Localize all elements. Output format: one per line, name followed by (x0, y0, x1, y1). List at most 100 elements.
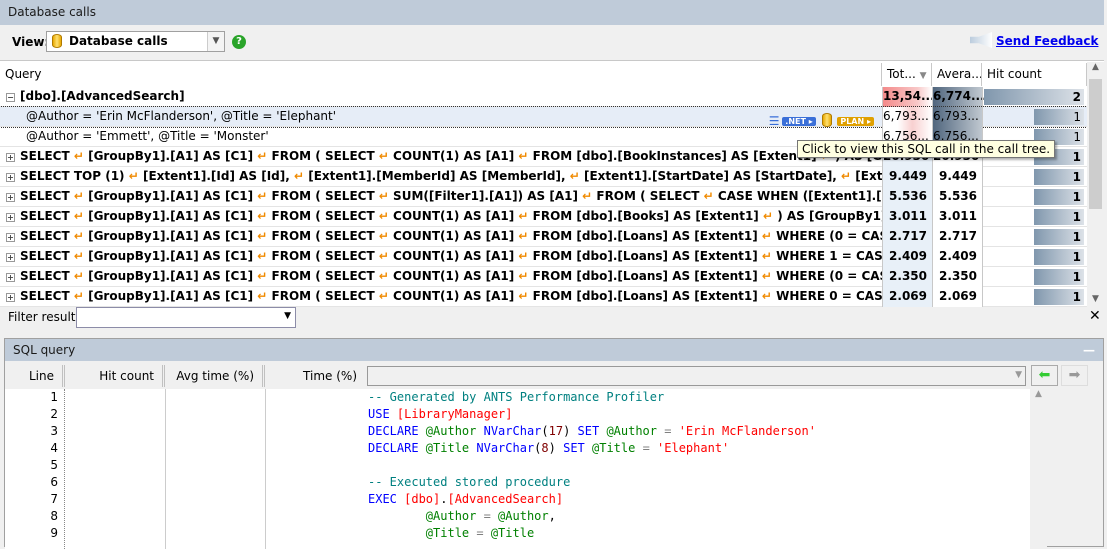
sql-code-editor[interactable]: -- Generated by ANTS Performance Profile… (365, 389, 1030, 549)
view-select[interactable]: Database calls ▼ (46, 31, 225, 52)
line-break-icon: ↵ (257, 149, 268, 163)
hit-count-cell: 1 (982, 187, 1087, 207)
code-token: 8 (541, 441, 549, 455)
line-break-icon: ↵ (518, 209, 529, 223)
table-row[interactable]: + SELECT TOP (1) ↵ [Extent1].[Id] AS [Id]… (0, 167, 1087, 187)
query-cell: + SELECT ↵ [GroupBy1].[A1] AS [C1] ↵ FROM… (0, 187, 882, 207)
line-break-icon: ↵ (703, 189, 714, 203)
code-token: = (664, 424, 679, 438)
line-break-icon: ↵ (378, 209, 389, 223)
send-feedback-link[interactable]: Send Feedback (968, 32, 1099, 48)
filter-bar: Filter results: ▼ ✕ (0, 306, 1104, 332)
line-break-icon: ↵ (378, 229, 389, 243)
column-header-hit-count[interactable]: Hit count (65, 365, 165, 387)
line-break-icon: ↵ (761, 249, 772, 263)
line-number: 8 (50, 509, 58, 523)
dropdown-arrow-icon[interactable]: ▼ (284, 311, 291, 321)
line-break-icon: ↵ (73, 209, 84, 223)
call-tree-icon[interactable]: ☰ (769, 112, 780, 127)
line-break-icon: ↵ (257, 289, 268, 303)
code-token: NVarChar (483, 424, 542, 438)
column-header-total[interactable]: Tot... ▼ (882, 63, 932, 86)
forward-arrow-button[interactable]: ➡ (1061, 365, 1088, 386)
filter-input[interactable]: ▼ (76, 307, 296, 328)
total-time-cell: 6,793... (882, 107, 932, 127)
code-token: @Author (425, 424, 484, 438)
code-line: -- Executed stored procedure (365, 474, 1030, 491)
grid-scrollbar[interactable]: ▲ ▼ (1087, 62, 1104, 306)
line-stats-area: 1 2 3 4 5 6 7 8 9 (5, 389, 365, 549)
expand-icon[interactable]: + (6, 193, 15, 202)
expand-icon[interactable]: + (6, 213, 15, 222)
average-time-cell: 6,793... (932, 107, 982, 127)
line-break-icon: ↵ (257, 189, 268, 203)
line-number: 5 (50, 458, 58, 472)
expand-icon[interactable]: + (6, 153, 15, 162)
average-time-cell: 3.011 (932, 207, 982, 227)
back-arrow-button[interactable]: ⬅ (1031, 365, 1058, 386)
hit-count-cell: 1 (982, 207, 1087, 227)
code-scrollbar[interactable]: ▲ (1030, 389, 1047, 549)
code-line: DECLARE @Author NVarChar(17) SET @Author… (365, 423, 1030, 440)
send-feedback-label: Send Feedback (996, 34, 1099, 48)
code-line: USE [LibraryManager] (365, 406, 1030, 423)
column-header-average[interactable]: Avera... (932, 63, 982, 86)
column-header-line[interactable]: Line (5, 365, 65, 387)
filter-label: Filter results: (8, 310, 86, 324)
code-line: @Title = @Title (365, 525, 1030, 542)
table-row[interactable]: + SELECT ↵ [GroupBy1].[A1] AS [C1] ↵ FROM… (0, 227, 1087, 247)
average-time-cell: 5.536 (932, 187, 982, 207)
hit-count-bar: 1 (1034, 209, 1084, 225)
net-badge[interactable]: .NET ▸ (782, 117, 816, 126)
line-break-icon: ↵ (73, 189, 84, 203)
hit-count-cell: 1 (982, 167, 1087, 187)
total-time-cell: 9.449 (882, 167, 932, 187)
expand-icon[interactable]: + (6, 233, 15, 242)
expand-icon[interactable]: + (6, 273, 15, 282)
query-text: @Author = 'Emmett', @Title = 'Monster' (26, 129, 269, 143)
line-break-icon: ↵ (378, 149, 389, 163)
hit-count-cell: 1 (982, 107, 1087, 127)
table-row[interactable]: + SELECT ↵ [GroupBy1].[A1] AS [C1] ↵ FROM… (0, 267, 1087, 287)
close-icon[interactable]: ✕ (1089, 308, 1101, 324)
help-icon[interactable]: ? (232, 35, 246, 49)
column-header-avg-time[interactable]: Avg time (%) (165, 365, 265, 387)
column-header-query[interactable]: Query (0, 63, 882, 86)
collapse-icon[interactable]: − (6, 93, 15, 102)
table-row[interactable]: + SELECT ↵ [GroupBy1].[A1] AS [C1] ↵ FROM… (0, 287, 1087, 307)
query-cell: + SELECT ↵ [GroupBy1].[A1] AS [C1] ↵ FROM… (0, 247, 882, 267)
code-line: @Author = @Author, (365, 508, 1030, 525)
table-row[interactable]: + SELECT ↵ [GroupBy1].[A1] AS [C1] ↵ FROM… (0, 207, 1087, 227)
column-header-time[interactable]: Time (%) (265, 365, 365, 387)
table-row[interactable]: − [dbo].[AdvancedSearch] 13,54... 6,774..… (0, 87, 1087, 107)
expand-icon[interactable]: + (6, 173, 15, 182)
code-token: , (548, 509, 556, 523)
code-token: @Title (425, 526, 477, 540)
average-time-cell: 6,774... (932, 87, 985, 107)
minimize-icon[interactable]: — (1083, 339, 1095, 361)
hit-count-bar: 1 (1034, 169, 1084, 185)
expand-icon[interactable]: + (6, 253, 15, 262)
line-break-icon: ↵ (257, 249, 268, 263)
code-token: -- Executed stored procedure (368, 475, 571, 489)
table-row[interactable]: @Author = 'Erin McFlanderson', @Title = … (0, 106, 1088, 128)
chevron-down-icon[interactable]: ▼ (207, 32, 224, 51)
table-row[interactable]: + SELECT ↵ [GroupBy1].[A1] AS [C1] ↵ FROM… (0, 187, 1087, 207)
scroll-up-icon[interactable]: ▲ (1087, 62, 1104, 79)
plan-badge[interactable]: PLAN ▸ (837, 117, 874, 126)
line-break-icon: ↵ (761, 289, 772, 303)
code-token: @Title (592, 441, 643, 455)
expand-icon[interactable]: + (6, 293, 15, 302)
code-token: USE (368, 407, 397, 421)
total-time-cell: 2.717 (882, 227, 932, 247)
table-row[interactable]: + SELECT ↵ [GroupBy1].[A1] AS [C1] ↵ FROM… (0, 247, 1087, 267)
average-time-cell: 2.069 (932, 287, 982, 307)
scroll-down-icon[interactable]: ▼ (1087, 294, 1104, 304)
scrollbar-thumb[interactable] (1089, 79, 1102, 209)
code-token: 'Erin McFlanderson' (678, 424, 816, 438)
column-header-hit-count[interactable]: Hit count (982, 63, 1087, 86)
sort-desc-icon: ▼ (919, 71, 927, 81)
line-break-icon: ↵ (378, 249, 389, 263)
statement-select[interactable]: ▼ (367, 366, 1026, 386)
